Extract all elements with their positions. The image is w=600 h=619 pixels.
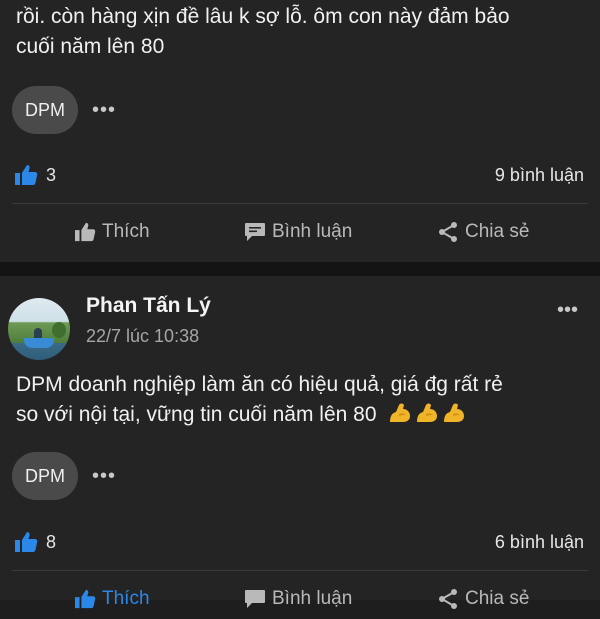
share-icon	[437, 588, 459, 610]
share-button-label: Chia sẻ	[465, 588, 530, 609]
post-text-line: so với nội tại, vững tin cuối năm lên 80	[16, 403, 377, 426]
stock-tag-dpm[interactable]: DPM	[12, 452, 78, 500]
like-summary[interactable]: 3	[14, 164, 56, 186]
more-options-icon[interactable]: •••	[92, 100, 116, 120]
emoji-group	[388, 402, 466, 424]
comment-button-label: Bình luận	[272, 588, 353, 609]
comment-button[interactable]: Bình luận	[244, 588, 352, 610]
post-text-line: rồi. còn hàng xịn đề lâu k sợ lỗ. ôm con…	[16, 5, 510, 28]
post-stats: 8 6 bình luận	[14, 527, 584, 557]
post-separator	[0, 262, 600, 276]
post-stats: 3 9 bình luận	[14, 160, 584, 190]
share-button[interactable]: Chia sẻ	[437, 221, 529, 243]
comment-icon	[244, 222, 266, 242]
like-button-label: Thích	[102, 221, 150, 242]
share-icon	[437, 221, 459, 243]
divider	[12, 203, 588, 204]
post-2: Phan Tấn Lý 22/7 lúc 10:38 ••• DPM doanh…	[0, 276, 600, 609]
like-button[interactable]: Thích	[74, 221, 150, 243]
thumbs-up-icon	[74, 589, 96, 609]
like-count: 3	[46, 164, 57, 185]
divider	[12, 570, 588, 571]
thumbs-up-icon	[14, 531, 38, 553]
thumbs-up-icon	[74, 222, 96, 242]
like-summary[interactable]: 8	[14, 531, 56, 553]
thumbs-up-icon	[14, 164, 38, 186]
post-timestamp[interactable]: 22/7 lúc 10:38	[86, 326, 199, 347]
action-bar: Thích Bình luận Chia sẻ	[0, 579, 600, 619]
author-name[interactable]: Phan Tấn Lý	[86, 294, 211, 318]
action-bar: Thích Bình luận Chia sẻ	[0, 212, 600, 252]
share-button-label: Chia sẻ	[465, 221, 530, 242]
post-1: rồi. còn hàng xịn đề lâu k sợ lỗ. ôm con…	[0, 0, 600, 262]
flexed-biceps-icon	[390, 403, 411, 422]
tag-row: DPM •••	[12, 86, 116, 134]
comment-button-label: Bình luận	[272, 221, 353, 242]
post-body: rồi. còn hàng xịn đề lâu k sợ lỗ. ôm con…	[16, 2, 584, 62]
flexed-biceps-icon	[444, 403, 465, 422]
share-button[interactable]: Chia sẻ	[437, 588, 529, 610]
more-options-icon[interactable]: •••	[92, 466, 116, 486]
post-options-icon[interactable]: •••	[557, 300, 578, 320]
post-body: DPM doanh nghiệp làm ăn có hiệu quả, giá…	[16, 370, 584, 430]
comment-icon	[244, 589, 266, 609]
like-button[interactable]: Thích	[74, 588, 150, 610]
comment-count[interactable]: 9 bình luận	[495, 165, 584, 186]
post-text-line: cuối năm lên 80	[16, 35, 165, 58]
post-text-line: DPM doanh nghiệp làm ăn có hiệu quả, giá…	[16, 373, 503, 396]
avatar[interactable]	[8, 298, 70, 360]
tag-row: DPM •••	[12, 452, 116, 500]
like-button-label: Thích	[102, 588, 150, 609]
comment-count[interactable]: 6 bình luận	[495, 532, 584, 553]
like-count: 8	[46, 531, 57, 552]
comment-button[interactable]: Bình luận	[244, 221, 352, 243]
flexed-biceps-icon	[417, 403, 438, 422]
stock-tag-dpm[interactable]: DPM	[12, 86, 78, 134]
